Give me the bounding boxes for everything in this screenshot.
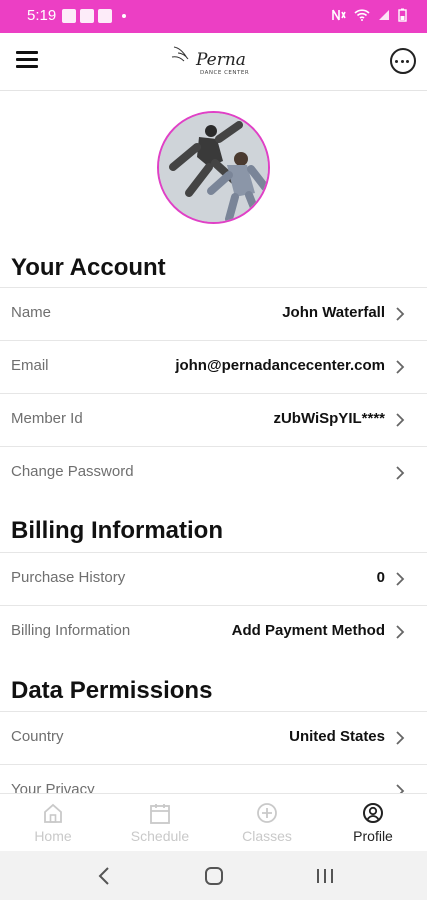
row-value: John Waterfall: [282, 304, 385, 321]
notification-icon: [98, 9, 112, 23]
chevron-right-icon: [396, 625, 405, 639]
row-label: Change Password: [11, 463, 134, 480]
row-label: Email: [11, 357, 49, 374]
tab-classes[interactable]: Classes: [214, 794, 320, 852]
user-circle-icon: [363, 803, 383, 823]
tab-label: Profile: [353, 828, 393, 844]
row-value: 0: [376, 569, 385, 586]
calendar-icon: [150, 804, 170, 824]
notification-dot-icon: [122, 14, 126, 18]
profile-avatar[interactable]: [157, 111, 270, 224]
notification-icon: [62, 9, 76, 23]
tab-label: Home: [34, 828, 72, 844]
tab-label: Schedule: [130, 828, 190, 844]
home-icon: [44, 803, 62, 823]
tab-label: Classes: [242, 828, 292, 844]
account-row-name[interactable]: Name John Waterfall: [0, 287, 427, 340]
billing-row-billing-information[interactable]: Billing Information Add Payment Method: [0, 605, 427, 658]
signal-icon: [379, 10, 389, 20]
notification-icon: [80, 9, 94, 23]
wifi-icon: [354, 9, 370, 21]
row-label: Member Id: [11, 410, 83, 427]
hamburger-menu-icon[interactable]: [16, 51, 38, 71]
section-title-data-permissions: Data Permissions: [11, 677, 213, 704]
chevron-right-icon: [396, 784, 405, 793]
home-nav-icon[interactable]: [194, 861, 234, 891]
account-row-email[interactable]: Email john@pernadancecenter.com: [0, 340, 427, 393]
tab-schedule[interactable]: Schedule: [107, 794, 213, 852]
row-value: Add Payment Method: [231, 622, 385, 639]
chevron-right-icon: [396, 466, 405, 480]
section-title-your-account: Your Account: [11, 254, 166, 281]
perna-logo: Perna DANCE CENTER: [170, 41, 260, 83]
chevron-right-icon: [396, 307, 405, 321]
account-row-change-password[interactable]: Change Password: [0, 446, 427, 499]
tab-profile[interactable]: Profile: [320, 794, 426, 852]
row-label: Country: [11, 728, 64, 745]
plus-circle-icon: [257, 803, 277, 823]
chevron-right-icon: [396, 360, 405, 374]
billing-row-purchase-history[interactable]: Purchase History 0: [0, 552, 427, 605]
chevron-right-icon: [396, 731, 405, 745]
row-label: Billing Information: [11, 622, 131, 639]
permissions-row-country[interactable]: Country United States: [0, 711, 427, 764]
chevron-right-icon: [396, 413, 405, 427]
bottom-tab-bar: Home Schedule Classes Profile: [0, 793, 427, 852]
back-nav-icon[interactable]: [85, 861, 125, 891]
section-title-billing: Billing Information: [11, 517, 223, 544]
profile-content[interactable]: Your Account Name John Waterfall Email j…: [0, 91, 427, 793]
tab-home[interactable]: Home: [0, 794, 106, 852]
row-value: United States: [289, 728, 385, 745]
row-label: Purchase History: [11, 569, 126, 586]
svg-text:DANCE CENTER: DANCE CENTER: [200, 70, 249, 76]
svg-text:Perna: Perna: [195, 50, 246, 70]
system-nav-bar: [0, 851, 427, 900]
status-bar: 5:19: [0, 0, 427, 33]
mute-icon: [332, 9, 346, 21]
account-row-member-id[interactable]: Member Id zUbWiSpYIL****: [0, 393, 427, 446]
chevron-right-icon: [396, 572, 405, 586]
recents-nav-icon[interactable]: [305, 861, 345, 891]
row-label: Name: [11, 304, 52, 321]
battery-icon: [398, 8, 407, 22]
system-icons: [332, 8, 407, 22]
permissions-row-your-privacy[interactable]: Your Privacy: [0, 764, 427, 793]
row-label: Your Privacy: [11, 781, 95, 793]
row-value: zUbWiSpYIL****: [273, 410, 385, 427]
app-bar: Perna DANCE CENTER: [0, 33, 427, 91]
status-time: 5:19: [27, 7, 57, 24]
more-options-icon[interactable]: [390, 48, 416, 74]
row-value: john@pernadancecenter.com: [175, 357, 385, 374]
notification-icons: [62, 9, 126, 23]
